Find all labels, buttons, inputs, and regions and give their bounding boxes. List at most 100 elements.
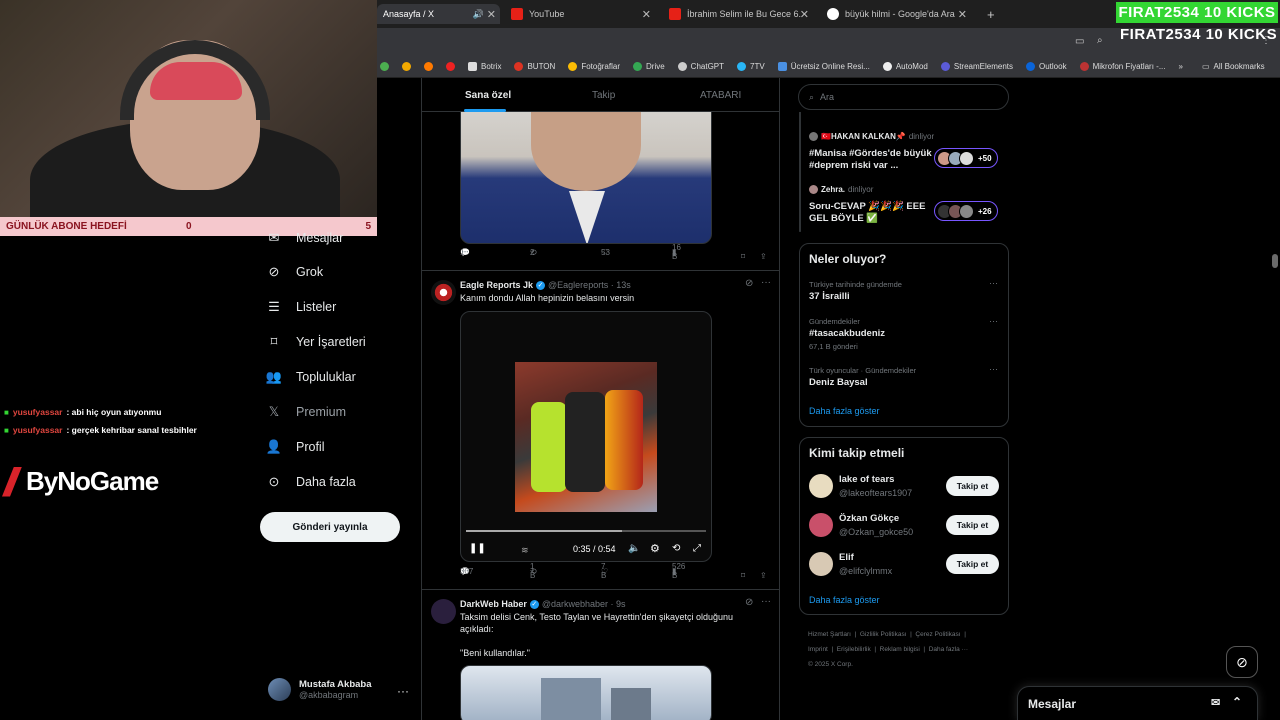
bookmark-7tv[interactable]: 7TV [737, 62, 765, 71]
footer-link[interactable]: Gizlilik Politikası [860, 631, 907, 638]
footer-link[interactable]: Reklam bilgisi [880, 646, 920, 653]
nav-more[interactable]: ⊙ Daha fazla [266, 474, 356, 490]
video-progress[interactable] [466, 530, 706, 532]
bookmark-mic-prices[interactable]: Mikrofon Fiyatları -... [1079, 62, 1165, 71]
bookmark-free-image[interactable]: Ücretsiz Online Resi... [777, 62, 870, 71]
show-more-link[interactable]: Daha fazla göster [809, 595, 880, 605]
tweet-image[interactable] [460, 98, 712, 244]
suggested-user-name[interactable]: Özkan Gökçe [839, 513, 899, 524]
search-input[interactable]: ⌕ Ara [798, 84, 1009, 110]
avatar[interactable] [809, 474, 833, 498]
nav-messages[interactable]: ✉ Mesajlar [266, 230, 344, 246]
tab-atabari[interactable]: ATABARI [700, 90, 741, 101]
pause-icon[interactable]: ❚❚ [469, 543, 486, 554]
follow-button[interactable]: Takip et [946, 554, 999, 574]
bookmark-button[interactable]: ⌑ [741, 571, 745, 580]
loop-icon[interactable]: ⟲ [672, 543, 680, 554]
footer-link[interactable]: Hizmet Şartları [808, 631, 851, 638]
account-switcher[interactable]: Mustafa Akbaba @akbabagram [268, 678, 372, 701]
bookmark-botrix[interactable]: Botrix [468, 62, 501, 71]
bookmark-automod[interactable]: AutoMod [882, 62, 928, 71]
scrollbar-thumb[interactable] [1272, 254, 1278, 268]
bookmark-photos[interactable]: Fotoğraflar [568, 62, 620, 71]
nav-lists[interactable]: ☰ Listeler [266, 299, 336, 315]
avatar[interactable] [431, 599, 456, 624]
author-name[interactable]: DarkWeb Haber [460, 599, 527, 609]
space-title[interactable]: #Manisa #Gördes'de büyük #deprem riski v… [809, 148, 934, 172]
trend-item[interactable]: Deniz Baysal [809, 377, 868, 388]
follow-button[interactable]: Takip et [946, 476, 999, 496]
nav-profile[interactable]: 👤 Profil [266, 439, 325, 455]
suggested-user-name[interactable]: lake of tears [839, 474, 894, 485]
trend-item[interactable]: #tasacakbudeniz [809, 328, 885, 339]
space-listeners[interactable]: +26 [934, 201, 998, 221]
more-icon[interactable]: ··· [397, 684, 409, 698]
speaker-icon[interactable]: 🔊 [473, 9, 484, 20]
footer-link[interactable]: Çerez Politikası [915, 631, 960, 638]
settings-icon[interactable]: ⚙ [650, 542, 660, 555]
more-bookmarks-icon[interactable]: » [1178, 62, 1182, 71]
space-listeners[interactable]: +50 [934, 148, 998, 168]
post-button[interactable]: Gönderi yayınla [260, 512, 400, 542]
close-tab-icon[interactable]: ✕ [800, 8, 809, 21]
more-icon[interactable]: ··· [989, 364, 998, 374]
captions-icon[interactable]: ≋ [521, 545, 529, 556]
follow-button[interactable]: Takip et [946, 515, 999, 535]
bookmark-icon[interactable] [380, 62, 389, 71]
bookmark-icon[interactable] [402, 62, 411, 71]
suggested-user-name[interactable]: Elif [839, 552, 854, 563]
new-tab-button[interactable]: + [981, 4, 1001, 24]
author-handle[interactable]: @Eaglereports · 13s [548, 280, 631, 290]
grok-icon[interactable]: ⊘ [745, 278, 753, 289]
more-icon[interactable]: ··· [761, 596, 771, 607]
more-icon[interactable]: ··· [989, 278, 998, 288]
footer-link[interactable]: Erişilebilirlik [837, 646, 871, 653]
more-icon[interactable]: ··· [761, 277, 771, 288]
close-tab-icon[interactable]: ✕ [958, 8, 967, 21]
close-tab-icon[interactable]: ✕ [642, 8, 651, 21]
bookmark-buton[interactable]: BUTON [514, 62, 555, 71]
all-bookmarks[interactable]: ▭ All Bookmarks [1202, 62, 1265, 71]
tweet-image[interactable] [460, 665, 712, 720]
compose-message-icon[interactable]: ✉ [1211, 696, 1220, 709]
tab-youtube-video[interactable]: İbrahim Selim ile Bu Gece 6. Se ✕ [663, 4, 813, 24]
cast-icon[interactable]: ▭ [1075, 36, 1084, 47]
grok-button[interactable]: ⊘ [1226, 646, 1258, 678]
more-icon[interactable]: ··· [989, 316, 998, 326]
avatar[interactable] [809, 513, 833, 537]
bookmark-chatgpt[interactable]: ChatGPT [677, 62, 724, 71]
fullscreen-icon[interactable]: ⤢ [693, 543, 701, 554]
avatar[interactable] [431, 280, 456, 305]
grok-icon[interactable]: ⊘ [745, 597, 753, 608]
space-title[interactable]: Soru-CEVAP 🎉🎉🎉 EEE GEL BÖYLE ✅ [809, 201, 934, 225]
author-handle[interactable]: @darkwebhaber · 9s [542, 599, 626, 609]
bookmark-icon[interactable] [424, 62, 433, 71]
bookmark-drive[interactable]: Drive [633, 62, 665, 71]
footer-link[interactable]: Imprint [808, 646, 828, 653]
tab-for-you[interactable]: Sana özel [465, 90, 511, 101]
tab-youtube[interactable]: YouTube ✕ [505, 4, 655, 24]
share-button[interactable]: ⇪ [760, 252, 767, 261]
nav-communities[interactable]: 👥 Topluluklar [266, 369, 356, 385]
nav-bookmarks[interactable]: ⌑ Yer İşaretleri [266, 334, 366, 350]
close-tab-icon[interactable]: ✕ [487, 8, 496, 21]
tab-google-search[interactable]: büyük hilmi - Google'da Ara ✕ [821, 4, 971, 24]
avatar[interactable] [809, 552, 833, 576]
tweet-video[interactable]: ❚❚ ≋ 0:35 / 0:54 🔈 ⚙ ⟲ ⤢ [460, 311, 712, 562]
zoom-icon[interactable]: ⌕ [1097, 35, 1103, 46]
footer-link[interactable]: Daha fazla ··· [929, 646, 968, 653]
tab-x-home[interactable]: Anasayfa / X 🔊 ✕ [377, 4, 500, 24]
expand-icon[interactable]: ⌃ [1232, 695, 1242, 709]
nav-grok[interactable]: ⊘ Grok [266, 264, 324, 280]
author-name[interactable]: Eagle Reports Jk [460, 280, 533, 290]
bookmark-icon[interactable] [446, 62, 455, 71]
tab-following[interactable]: Takip [592, 90, 615, 101]
volume-icon[interactable]: 🔈 [628, 543, 640, 554]
scrollbar[interactable] [1270, 80, 1280, 720]
bookmark-button[interactable]: ⌑ [741, 252, 745, 261]
nav-premium[interactable]: 𝕏 Premium [266, 404, 346, 420]
share-button[interactable]: ⇪ [760, 571, 767, 580]
bookmark-outlook[interactable]: Outlook [1026, 62, 1067, 71]
show-more-link[interactable]: Daha fazla göster [809, 406, 880, 416]
messages-drawer[interactable]: Mesajlar ✉ ⌃ [1017, 686, 1258, 720]
